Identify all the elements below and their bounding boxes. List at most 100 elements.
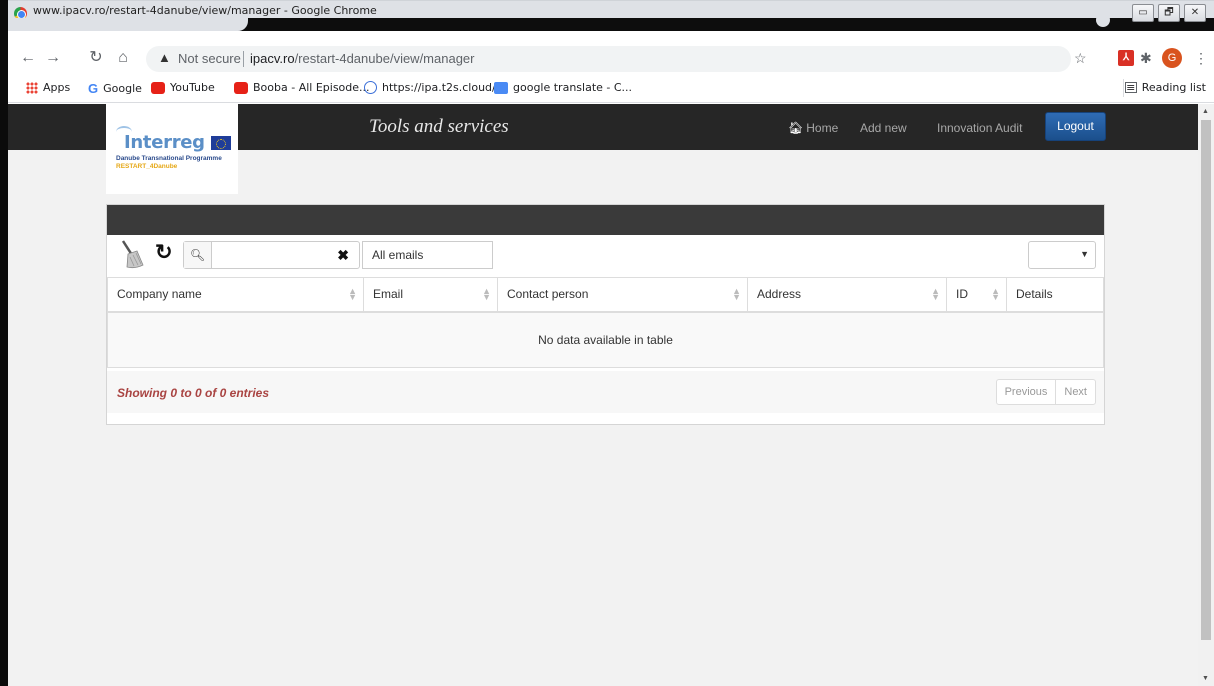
window-title: www.ipacv.ro/restart-4danube/view/manage…	[33, 4, 377, 17]
menu-kebab-icon[interactable]: ⋮	[1194, 50, 1208, 67]
google-translate-icon	[494, 81, 508, 94]
nav-home-label: Home	[806, 121, 839, 135]
youtube-icon	[151, 81, 165, 94]
bookmark-label: Booba - All Episode...	[253, 81, 370, 94]
column-header-details: Details	[1006, 277, 1104, 313]
column-label: Contact person	[507, 287, 589, 302]
bookmark-label: google translate - C...	[513, 81, 633, 94]
tab-strip	[8, 13, 1214, 31]
sort-icon: ▲ ▼	[991, 286, 1000, 302]
entries-info: Showing 0 to 0 of 0 entries	[117, 386, 270, 400]
bookmark-booba[interactable]: Booba - All Episode...	[234, 81, 370, 94]
close-window-button[interactable]: ✕	[1184, 4, 1206, 22]
bookmark-google[interactable]: G Google	[88, 81, 142, 96]
search-input[interactable]	[214, 244, 324, 266]
column-header-company-name[interactable]: Company name ▲ ▼	[107, 277, 364, 313]
site-title: Tools and services	[369, 116, 509, 137]
next-page-button[interactable]: Next	[1055, 380, 1095, 404]
address-bar[interactable]: ▲ Not secure ipacv.ro/restart-4danube/vi…	[146, 46, 1071, 72]
chevron-down-icon: ▼	[1080, 249, 1089, 259]
logo-text: Interreg	[124, 132, 205, 153]
restore-button[interactable]: 🗗	[1158, 4, 1180, 22]
column-header-address[interactable]: Address ▲ ▼	[747, 277, 947, 313]
table-row: No data available in table	[107, 311, 1104, 368]
logout-button[interactable]: Logout	[1045, 112, 1106, 141]
browser-toolbar: ← → ↻ ⌂ ▲ Not secure ipacv.ro/restart-4d…	[8, 42, 1214, 74]
companies-table: Company name ▲ ▼ Email ▲ ▼ Contact person ▲ ▼ …	[107, 277, 1104, 368]
minimize-button[interactable]: ▭	[1132, 4, 1154, 22]
new-tab-button[interactable]	[1096, 13, 1110, 27]
table-search-field[interactable]: 🔍︎ ✖	[183, 241, 360, 269]
bookmark-label: Google	[103, 82, 142, 95]
url-path: /restart-4danube/view/manager	[294, 51, 475, 66]
forward-arrow-icon[interactable]: →	[43, 48, 63, 68]
url-host: ipacv.ro	[250, 51, 295, 66]
empty-table-message: No data available in table	[107, 311, 1104, 368]
search-icon: 🔍︎	[184, 242, 212, 268]
bookmark-youtube[interactable]: YouTube	[151, 81, 215, 94]
page-length-select[interactable]: ▼	[1028, 241, 1096, 269]
table-header-row: Company name ▲ ▼ Email ▲ ▼ Contact person ▲ ▼ …	[107, 277, 1104, 313]
logo-subtitle: Danube Transnational Programme	[116, 155, 222, 162]
column-header-id[interactable]: ID ▲ ▼	[946, 277, 1007, 313]
scroll-down-arrow-icon[interactable]: ▼	[1202, 675, 1209, 682]
sort-icon: ▲ ▼	[931, 286, 940, 302]
t2s-icon	[364, 81, 377, 94]
omnibox-separator	[243, 51, 244, 67]
reading-list-label: Reading list	[1141, 81, 1206, 94]
home-icon[interactable]: ⌂	[113, 48, 133, 68]
broom-clear-filters-icon[interactable]	[119, 239, 145, 269]
logo-project-name: RESTART_4Danube	[116, 163, 178, 170]
page-scrollbar[interactable]: ▲ ▼	[1198, 104, 1214, 686]
bookmark-label: https://ipa.t2s.cloud/	[382, 81, 496, 94]
column-header-contact-person[interactable]: Contact person ▲ ▼	[497, 277, 748, 313]
youtube-icon	[234, 81, 248, 94]
eu-flag-icon	[211, 136, 231, 150]
nav-home-link[interactable]: 🏠︎ Home	[788, 121, 838, 135]
bookmark-label: Apps	[43, 81, 71, 94]
reading-list-icon: ≡	[1124, 81, 1137, 94]
sort-icon: ▲ ▼	[348, 286, 357, 302]
profile-avatar[interactable]: G	[1162, 48, 1182, 68]
column-header-email[interactable]: Email ▲ ▼	[363, 277, 498, 313]
active-tab[interactable]	[8, 18, 248, 31]
table-controls: ↻ 🔍︎ ✖ All emails ▼	[107, 235, 1104, 277]
back-arrow-icon[interactable]: ←	[18, 48, 38, 68]
reading-list-button[interactable]: ≡ Reading list	[1124, 81, 1206, 94]
apps-grid-icon	[26, 81, 38, 94]
pagination: Previous Next	[995, 379, 1096, 405]
window-controls: ▭ 🗗 ✕	[1132, 4, 1206, 22]
table-footer: Showing 0 to 0 of 0 entries Previous Nex…	[107, 371, 1104, 413]
home-icon: 🏠︎	[788, 121, 804, 135]
column-label: Address	[757, 287, 802, 302]
email-filter-dropdown[interactable]: All emails	[362, 241, 493, 269]
sort-icon: ▲ ▼	[732, 286, 741, 302]
column-label: ID	[956, 287, 968, 302]
bookmark-apps[interactable]: Apps	[26, 81, 70, 94]
reload-icon[interactable]: ↻	[86, 48, 106, 68]
security-label[interactable]: Not secure	[178, 51, 241, 66]
extensions-puzzle-icon[interactable]: ✱	[1140, 50, 1152, 67]
nav-add-new-link[interactable]: Add new	[860, 121, 907, 135]
interreg-logo[interactable]: Interreg Danube Transnational Programme …	[106, 104, 238, 194]
refresh-icon[interactable]: ↻	[155, 240, 173, 265]
bookmark-google-translate[interactable]: google translate - C...	[494, 81, 632, 94]
data-table-panel: ↻ 🔍︎ ✖ All emails ▼ Company name ▲ ▼ Email…	[106, 204, 1105, 425]
bookmark-label: YouTube	[170, 81, 215, 94]
previous-page-button[interactable]: Previous	[997, 380, 1056, 404]
url-text[interactable]: ipacv.ro/restart-4danube/view/manager	[250, 51, 475, 66]
nav-innovation-audit-link[interactable]: Innovation Audit	[937, 121, 1022, 135]
panel-header	[107, 205, 1104, 235]
title-bar: www.ipacv.ro/restart-4danube/view/manage…	[8, 0, 1214, 31]
column-label: Email	[373, 287, 404, 302]
google-icon: G	[88, 81, 99, 96]
bookmark-t2s[interactable]: https://ipa.t2s.cloud/	[364, 81, 496, 94]
warning-triangle-icon[interactable]: ▲	[158, 50, 171, 65]
column-label: Details	[1016, 287, 1053, 302]
bookmarks-bar: Apps G Google YouTube Booba - All Episod…	[8, 74, 1214, 103]
pdf-extension-icon[interactable]: ⅄	[1118, 50, 1134, 66]
clear-search-icon[interactable]: ✖	[337, 247, 349, 264]
bookmark-star-icon[interactable]: ☆	[1074, 50, 1087, 67]
scroll-up-arrow-icon[interactable]: ▲	[1202, 108, 1209, 115]
scrollbar-thumb[interactable]	[1201, 120, 1211, 640]
